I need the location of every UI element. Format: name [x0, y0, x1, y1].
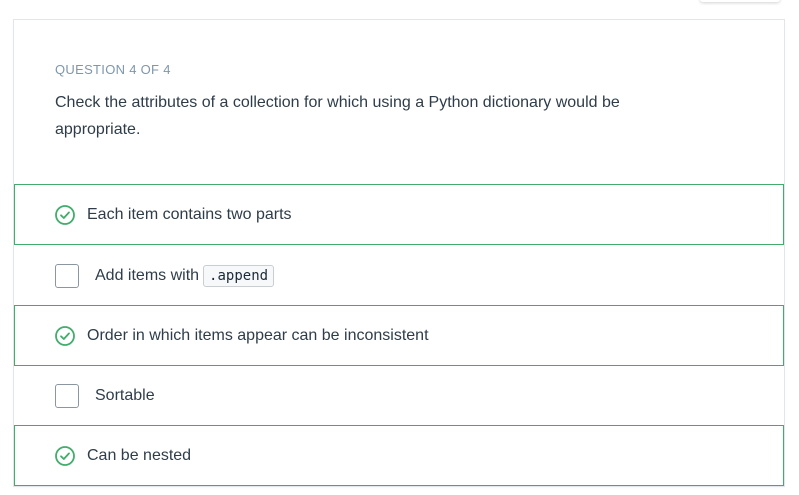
option-each-item-two-parts[interactable]: Each item contains two parts	[14, 184, 784, 245]
option-label: Order in which items appear can be incon…	[87, 326, 429, 344]
option-can-be-nested[interactable]: Can be nested	[14, 425, 784, 486]
checkbox[interactable]	[55, 263, 79, 288]
checkbox[interactable]	[55, 383, 79, 408]
option-label: Add items with	[95, 266, 200, 284]
question-progress: QUESTION 4 OF 4	[55, 62, 171, 77]
option-label: Sortable	[95, 386, 155, 404]
check-circle-icon	[55, 445, 75, 466]
inline-code: .append	[203, 264, 275, 287]
check-circle-icon	[55, 325, 75, 346]
option-order-inconsistent[interactable]: Order in which items appear can be incon…	[14, 305, 784, 366]
quiz-card: QUESTION 4 OF 4 Check the attributes of …	[14, 20, 784, 486]
option-add-items-append[interactable]: Add items with .append	[14, 245, 784, 306]
check-circle-icon	[55, 204, 75, 225]
top-tab	[700, 0, 780, 2]
option-sortable[interactable]: Sortable	[14, 365, 784, 426]
question-header: QUESTION 4 OF 4 Check the attributes of …	[55, 62, 755, 143]
question-prompt: Check the attributes of a collection for…	[55, 94, 620, 138]
option-label: Can be nested	[87, 446, 192, 464]
option-label-wrap: Add items with .append	[95, 264, 275, 287]
option-label: Each item contains two parts	[87, 205, 292, 223]
